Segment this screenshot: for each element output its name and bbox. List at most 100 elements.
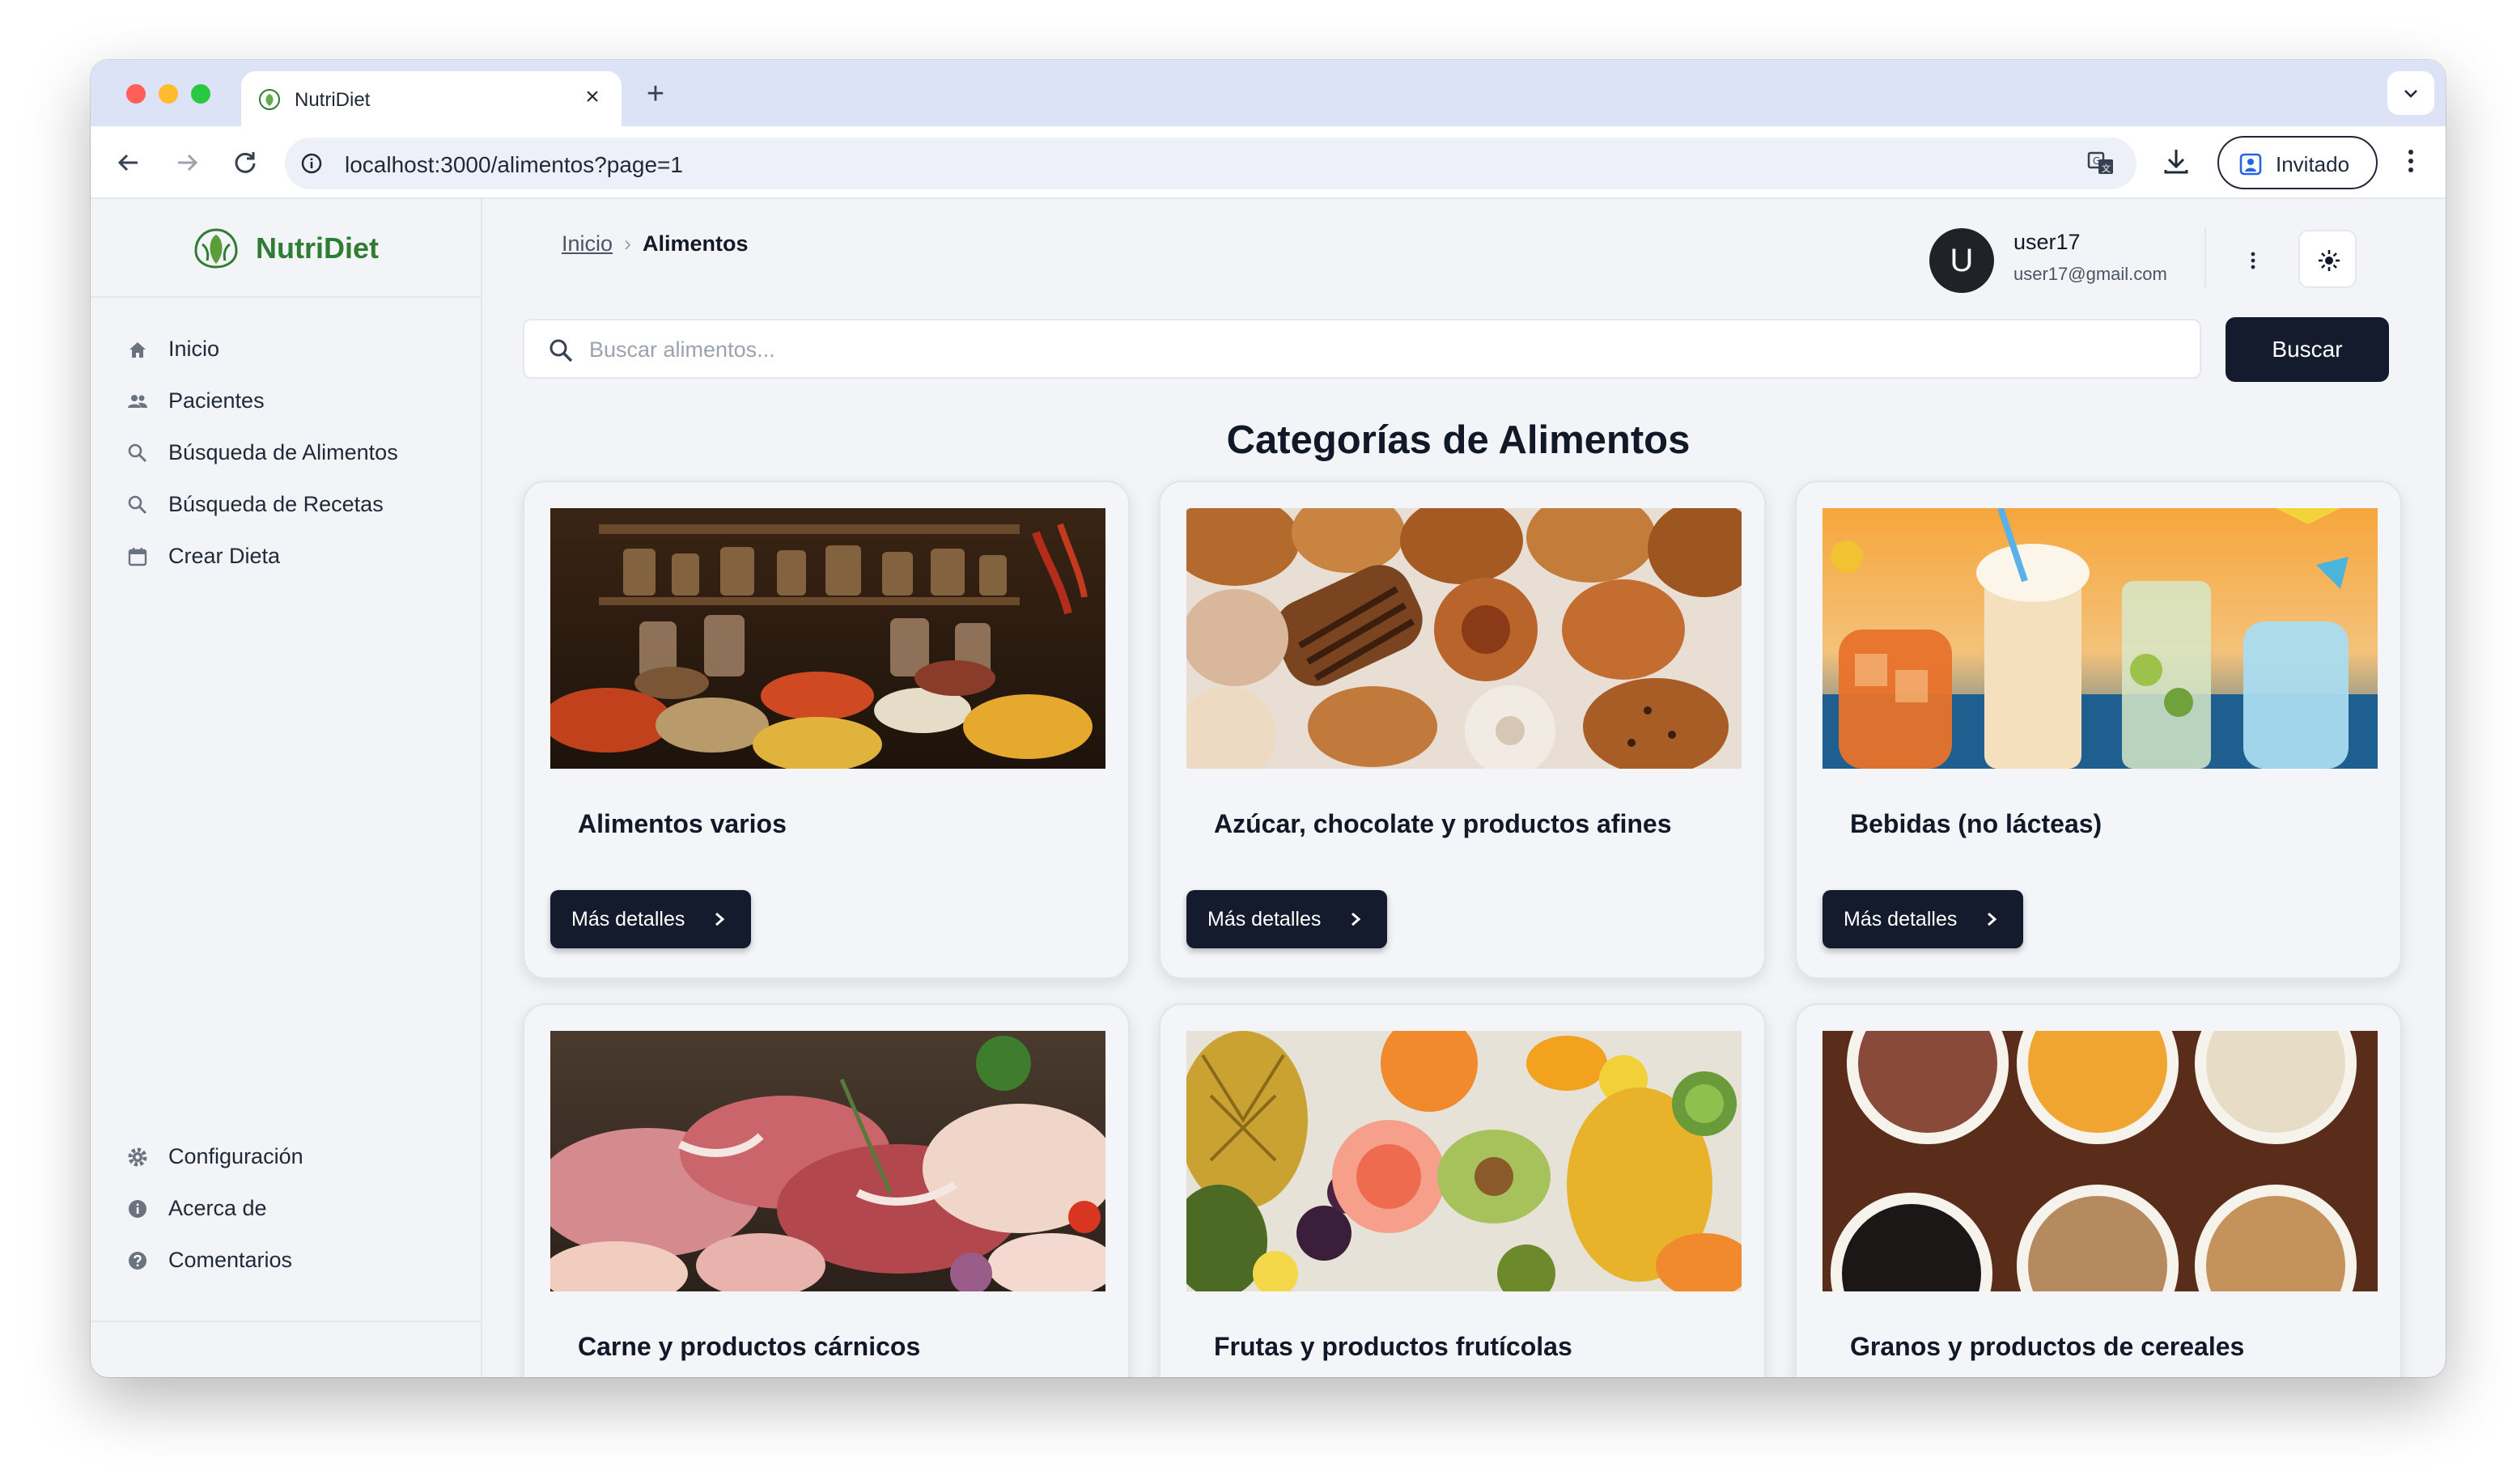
chevron-down-icon bbox=[2404, 90, 2417, 98]
category-title: Bebidas (no lácteas) bbox=[1850, 809, 2103, 838]
sidebar: NutriDiet Inicio Pacientes Búsqueda de A… bbox=[91, 199, 482, 1377]
category-title: Azúcar, chocolate y productos afines bbox=[1214, 809, 1672, 838]
category-title: Alimentos varios bbox=[578, 809, 787, 838]
drinks-photo bbox=[1822, 508, 2378, 769]
profile-label: Invitado bbox=[2276, 152, 2350, 176]
details-button[interactable]: Más detalles bbox=[1186, 890, 1387, 948]
more-vert-icon[interactable] bbox=[2394, 144, 2428, 178]
brand[interactable]: NutriDiet bbox=[91, 199, 482, 298]
tab-search-button[interactable] bbox=[2387, 71, 2434, 115]
home-icon bbox=[129, 342, 146, 358]
svg-text:文: 文 bbox=[2102, 163, 2111, 174]
nav-item-configuracion[interactable]: Configuración bbox=[126, 1136, 450, 1177]
nav-item-comentarios[interactable]: Comentarios bbox=[126, 1240, 450, 1280]
favicon-icon bbox=[259, 89, 280, 110]
category-card: Frutas y productos frutícolas Más detall… bbox=[1159, 1003, 1766, 1377]
theme-toggle-button[interactable] bbox=[2298, 230, 2357, 288]
profile-button[interactable]: Invitado bbox=[2217, 136, 2378, 189]
avatar[interactable]: U bbox=[1929, 228, 1994, 293]
reload-icon[interactable] bbox=[228, 146, 262, 180]
chevron-right-icon bbox=[1988, 912, 1997, 926]
breadcrumb-home-link[interactable]: Inicio bbox=[562, 231, 613, 256]
nav-label: Acerca de bbox=[168, 1196, 267, 1220]
info-icon bbox=[129, 1200, 146, 1218]
nav-item-inicio[interactable]: Inicio bbox=[126, 329, 450, 369]
category-card: Granos y productos de cereales Más detal… bbox=[1795, 1003, 2402, 1377]
translate-icon[interactable]: G文 bbox=[2086, 149, 2115, 178]
browser-tab[interactable]: NutriDiet × bbox=[241, 71, 622, 126]
grains-photo bbox=[1822, 1031, 2378, 1291]
new-tab-plus-icon[interactable]: + bbox=[638, 78, 673, 113]
minimize-window-button[interactable] bbox=[159, 84, 178, 104]
chevron-right-icon: › bbox=[624, 231, 632, 256]
breadcrumb: Inicio › Alimentos bbox=[562, 231, 749, 257]
details-label: Más detalles bbox=[1207, 908, 1322, 931]
nav-item-busqueda-alimentos[interactable]: Búsqueda de Alimentos bbox=[126, 432, 450, 473]
browser-toolbar: localhost:3000/alimentos?page=1 G文 Invit… bbox=[91, 126, 2446, 199]
tab-strip: NutriDiet × + bbox=[91, 60, 2446, 126]
main-content: Inicio › Alimentos U user17 user17@gmail.c… bbox=[482, 199, 2446, 1377]
fruits-photo bbox=[1186, 1031, 1742, 1291]
details-label: Más detalles bbox=[571, 908, 685, 931]
search-icon bbox=[128, 443, 146, 462]
close-tab-icon[interactable]: × bbox=[578, 83, 607, 112]
nav-label: Comentarios bbox=[168, 1248, 293, 1272]
user-name: user17 bbox=[2013, 230, 2081, 254]
user-divider bbox=[2204, 227, 2206, 288]
category-title: Granos y productos de cereales bbox=[1850, 1332, 2245, 1361]
chevron-right-icon bbox=[715, 912, 725, 926]
back-icon[interactable] bbox=[112, 146, 146, 180]
category-card: Carne y productos cárnicos Más detalles bbox=[523, 1003, 1130, 1377]
chevron-right-icon bbox=[1351, 912, 1361, 926]
user-menu-button[interactable] bbox=[2226, 231, 2279, 288]
search-button[interactable]: Buscar bbox=[2226, 317, 2389, 382]
sidebar-divider bbox=[91, 1321, 482, 1322]
profile-icon bbox=[2239, 153, 2262, 176]
nav-item-busqueda-recetas[interactable]: Búsqueda de Recetas bbox=[126, 484, 450, 524]
forward-icon[interactable] bbox=[170, 146, 204, 180]
more-vert-icon bbox=[2251, 252, 2255, 269]
nav-item-acerca-de[interactable]: Acerca de bbox=[126, 1188, 450, 1228]
gear-icon bbox=[128, 1147, 147, 1167]
svg-text:G: G bbox=[2093, 155, 2100, 167]
site-info-icon[interactable] bbox=[299, 151, 324, 176]
breadcrumb-current: Alimentos bbox=[643, 231, 749, 256]
logo-icon bbox=[194, 228, 238, 269]
search-input[interactable] bbox=[589, 332, 2175, 367]
user-email: user17@gmail.com bbox=[2013, 264, 2167, 284]
nav-label: Inicio bbox=[168, 337, 220, 361]
category-card: Alimentos varios Más detalles bbox=[523, 481, 1130, 979]
nav-label: Búsqueda de Alimentos bbox=[168, 440, 398, 464]
brand-name: NutriDiet bbox=[256, 231, 379, 265]
close-window-button[interactable] bbox=[126, 84, 146, 104]
help-icon bbox=[129, 1252, 146, 1270]
details-button[interactable]: Más detalles bbox=[550, 890, 751, 948]
category-title: Carne y productos cárnicos bbox=[578, 1332, 921, 1361]
search-box bbox=[523, 319, 2201, 379]
calendar-icon bbox=[128, 548, 147, 566]
download-icon[interactable] bbox=[2159, 144, 2193, 178]
category-title: Frutas y productos frutícolas bbox=[1214, 1332, 1572, 1361]
nav-label: Configuración bbox=[168, 1144, 303, 1168]
page-title: Categorías de Alimentos bbox=[1226, 418, 1691, 462]
details-label: Más detalles bbox=[1844, 908, 1958, 931]
nav-label: Pacientes bbox=[168, 388, 265, 413]
category-card: Bebidas (no lácteas) Más detalles bbox=[1795, 481, 2402, 979]
url-text: localhost:3000/alimentos?page=1 bbox=[345, 152, 683, 177]
search-icon bbox=[550, 339, 573, 363]
nav-label: Crear Dieta bbox=[168, 544, 281, 568]
sun-icon bbox=[2319, 250, 2340, 271]
nav-item-pacientes[interactable]: Pacientes bbox=[126, 380, 450, 421]
nav-item-crear-dieta[interactable]: Crear Dieta bbox=[126, 536, 450, 576]
category-card: Azúcar, chocolate y productos afines Más… bbox=[1159, 481, 1766, 979]
search-icon bbox=[128, 495, 146, 514]
pastries-photo bbox=[1186, 508, 1742, 769]
address-bar[interactable]: localhost:3000/alimentos?page=1 G文 bbox=[285, 138, 2136, 189]
maximize-window-button[interactable] bbox=[191, 84, 210, 104]
details-button[interactable]: Más detalles bbox=[1822, 890, 2023, 948]
spices-photo bbox=[550, 508, 1105, 769]
tab-title: NutriDiet bbox=[295, 89, 371, 111]
meat-photo bbox=[550, 1031, 1105, 1291]
people-icon bbox=[128, 395, 147, 408]
browser-window: NutriDiet × + localhost:3000/alimentos?p… bbox=[91, 60, 2446, 1377]
